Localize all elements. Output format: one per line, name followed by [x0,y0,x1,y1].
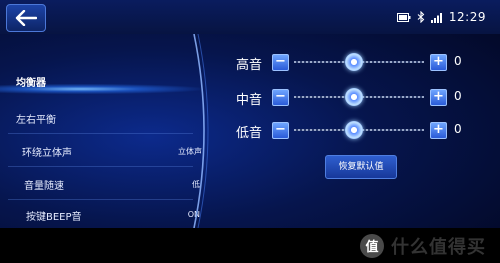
menu-item-balance[interactable]: 左右平衡 [0,107,210,131]
menu-divider [8,133,193,134]
menu-item-label: 均衡器 [16,78,46,89]
reset-defaults-button[interactable]: 恢复默认值 [325,155,397,179]
menu-item-speed-volume[interactable]: 音量随速 低 [0,173,210,197]
status-bar: 12:29 [0,0,500,34]
treble-plus-button[interactable]: + [430,54,447,71]
treble-minus-button[interactable]: − [272,54,289,71]
eq-band-value: 0 [454,89,462,103]
battery-icon [396,12,411,22]
svg-text:值: 值 [365,239,378,255]
eq-band-value: 0 [454,122,462,136]
eq-band-label: 高音 [236,58,263,73]
bass-minus-button[interactable]: − [272,122,289,139]
back-button[interactable] [6,4,46,32]
menu-item-surround[interactable]: 环绕立体声 立体声 [0,140,210,164]
car-audio-screen: 12:29 均衡器 左右平衡 环绕立体声 立体声 音量随速 低 按键BEEP音 … [0,0,500,228]
bass-slider-knob[interactable] [344,121,363,139]
menu-item-beep[interactable]: 按键BEEP音 ON [0,204,210,228]
menu-divider [8,199,193,200]
menu-divider [8,166,193,167]
menu-item-label: 左右平衡 [16,115,56,126]
clock: 12:29 [448,10,486,24]
mid-minus-button[interactable]: − [272,89,289,106]
status-icons: 12:29 [396,9,486,25]
back-arrow-icon [15,10,37,26]
eq-row-treble: 高音 − + 0 [232,52,472,74]
menu-item-label: 按键BEEP音 [26,212,82,223]
menu-item-equalizer[interactable]: 均衡器 [0,70,210,94]
eq-row-bass: 低音 − + 0 [232,120,472,142]
panel-divider [193,34,209,228]
eq-band-value: 0 [454,54,462,68]
bluetooth-icon [417,11,425,23]
eq-row-mid: 中音 − + 0 [232,87,472,109]
treble-slider-knob[interactable] [344,53,363,71]
eq-band-label: 中音 [236,93,263,108]
bass-plus-button[interactable]: + [430,122,447,139]
menu-item-label: 环绕立体声 [22,148,72,159]
signal-icon [430,12,442,23]
menu-item-label: 音量随速 [24,181,64,192]
zhi-badge-icon: 值 [360,234,384,258]
watermark-text: 什么值得买 [391,237,486,258]
mid-slider-knob[interactable] [344,88,363,106]
audio-settings-menu: 均衡器 左右平衡 环绕立体声 立体声 音量随速 低 按键BEEP音 ON [0,34,210,228]
mid-plus-button[interactable]: + [430,89,447,106]
eq-band-label: 低音 [236,126,263,141]
watermark: 值 什么值得买 [359,232,486,260]
